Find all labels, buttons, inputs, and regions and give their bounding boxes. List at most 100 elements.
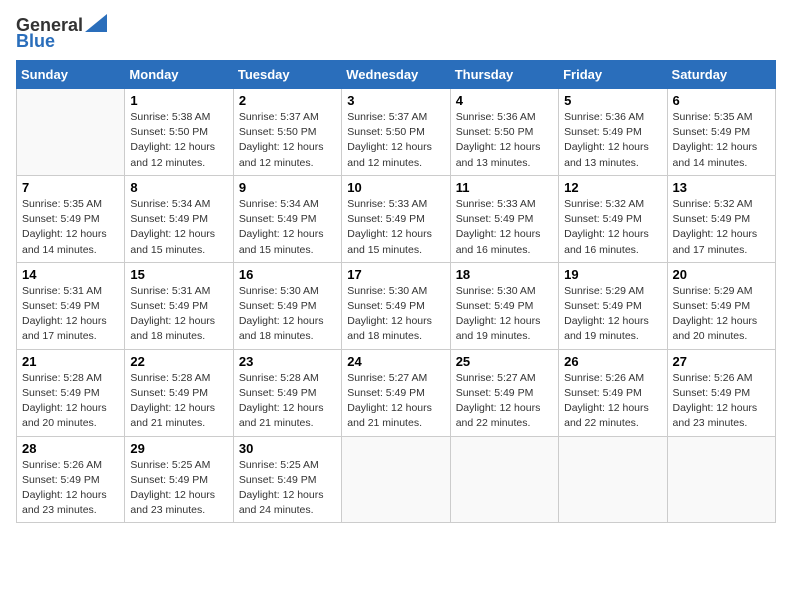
calendar-cell: 26Sunrise: 5:26 AM Sunset: 5:49 PM Dayli… bbox=[559, 349, 667, 436]
day-info: Sunrise: 5:26 AM Sunset: 5:49 PM Dayligh… bbox=[673, 371, 770, 432]
day-number: 11 bbox=[456, 180, 553, 195]
day-number: 22 bbox=[130, 354, 227, 369]
calendar-cell: 15 Sunrise: 5:31 AM Sunset: 5:49 PM Dayli… bbox=[125, 262, 233, 349]
logo: General Blue bbox=[16, 16, 107, 52]
calendar-header-row: SundayMondayTuesdayWednesdayThursdayFrid… bbox=[17, 61, 776, 89]
calendar-cell: 6 Sunrise: 5:35 AM Sunset: 5:49 PM Daylig… bbox=[667, 89, 775, 176]
day-number: 5 bbox=[564, 93, 661, 108]
day-info: Sunrise: 5:26 AM Sunset: 5:49 PM Dayligh… bbox=[22, 458, 119, 519]
calendar-cell: 30 Sunrise: 5:25 AM Sunset: 5:49 PM Dayli… bbox=[233, 436, 341, 523]
day-info: Sunrise: 5:28 AM Sunset: 5:49 PM Dayligh… bbox=[130, 371, 227, 432]
calendar-cell: 22 Sunrise: 5:28 AM Sunset: 5:49 PM Dayli… bbox=[125, 349, 233, 436]
calendar-cell: 13 Sunrise: 5:32 AM Sunset: 5:49 PM Dayli… bbox=[667, 175, 775, 262]
day-info: Sunrise: 5:29 AM Sunset: 5:49 PM Dayligh… bbox=[673, 284, 770, 345]
day-info: Sunrise: 5:25 AM Sunset: 5:49 PM Dayligh… bbox=[239, 458, 336, 519]
calendar-cell: 5 Sunrise: 5:36 AM Sunset: 5:49 PM Daylig… bbox=[559, 89, 667, 176]
page-header: General Blue bbox=[16, 16, 776, 52]
day-info: Sunrise: 5:37 AM Sunset: 5:50 PM Dayligh… bbox=[347, 110, 444, 171]
day-number: 8 bbox=[130, 180, 227, 195]
day-info: Sunrise: 5:32 AM Sunset: 5:49 PM Dayligh… bbox=[564, 197, 661, 258]
calendar-week-row: 21 Sunrise: 5:28 AM Sunset: 5:49 PM Dayli… bbox=[17, 349, 776, 436]
calendar-cell: 24 Sunrise: 5:27 AM Sunset: 5:49 PM Dayli… bbox=[342, 349, 450, 436]
calendar-cell: 25Sunrise: 5:27 AM Sunset: 5:49 PM Dayli… bbox=[450, 349, 558, 436]
calendar-week-row: 14 Sunrise: 5:31 AM Sunset: 5:49 PM Dayli… bbox=[17, 262, 776, 349]
calendar-cell bbox=[559, 436, 667, 523]
calendar-table: SundayMondayTuesdayWednesdayThursdayFrid… bbox=[16, 60, 776, 523]
day-info: Sunrise: 5:33 AM Sunset: 5:49 PM Dayligh… bbox=[456, 197, 553, 258]
logo-blue-text: Blue bbox=[16, 31, 55, 51]
day-header-tuesday: Tuesday bbox=[233, 61, 341, 89]
day-header-sunday: Sunday bbox=[17, 61, 125, 89]
day-info: Sunrise: 5:30 AM Sunset: 5:49 PM Dayligh… bbox=[456, 284, 553, 345]
day-header-monday: Monday bbox=[125, 61, 233, 89]
calendar-cell: 29 Sunrise: 5:25 AM Sunset: 5:49 PM Dayli… bbox=[125, 436, 233, 523]
calendar-cell: 19 Sunrise: 5:29 AM Sunset: 5:49 PM Dayli… bbox=[559, 262, 667, 349]
calendar-week-row: 7 Sunrise: 5:35 AM Sunset: 5:49 PM Daylig… bbox=[17, 175, 776, 262]
day-number: 21 bbox=[22, 354, 119, 369]
day-number: 4 bbox=[456, 93, 553, 108]
calendar-cell bbox=[667, 436, 775, 523]
day-info: Sunrise: 5:31 AM Sunset: 5:49 PM Dayligh… bbox=[130, 284, 227, 345]
calendar-week-row: 28 Sunrise: 5:26 AM Sunset: 5:49 PM Dayli… bbox=[17, 436, 776, 523]
day-info: Sunrise: 5:26 AM Sunset: 5:49 PM Dayligh… bbox=[564, 371, 661, 432]
calendar-cell: 14 Sunrise: 5:31 AM Sunset: 5:49 PM Dayli… bbox=[17, 262, 125, 349]
day-info: Sunrise: 5:27 AM Sunset: 5:49 PM Dayligh… bbox=[456, 371, 553, 432]
day-number: 7 bbox=[22, 180, 119, 195]
calendar-cell: 18 Sunrise: 5:30 AM Sunset: 5:49 PM Dayli… bbox=[450, 262, 558, 349]
day-number: 27 bbox=[673, 354, 770, 369]
day-number: 13 bbox=[673, 180, 770, 195]
calendar-cell: 20 Sunrise: 5:29 AM Sunset: 5:49 PM Dayli… bbox=[667, 262, 775, 349]
calendar-cell: 8 Sunrise: 5:34 AM Sunset: 5:49 PM Daylig… bbox=[125, 175, 233, 262]
day-number: 14 bbox=[22, 267, 119, 282]
day-header-saturday: Saturday bbox=[667, 61, 775, 89]
day-info: Sunrise: 5:33 AM Sunset: 5:49 PM Dayligh… bbox=[347, 197, 444, 258]
day-info: Sunrise: 5:36 AM Sunset: 5:49 PM Dayligh… bbox=[564, 110, 661, 171]
calendar-cell: 3 Sunrise: 5:37 AM Sunset: 5:50 PM Daylig… bbox=[342, 89, 450, 176]
day-info: Sunrise: 5:25 AM Sunset: 5:49 PM Dayligh… bbox=[130, 458, 227, 519]
calendar-cell: 16Sunrise: 5:30 AM Sunset: 5:49 PM Dayli… bbox=[233, 262, 341, 349]
day-number: 19 bbox=[564, 267, 661, 282]
day-info: Sunrise: 5:32 AM Sunset: 5:49 PM Dayligh… bbox=[673, 197, 770, 258]
day-info: Sunrise: 5:28 AM Sunset: 5:49 PM Dayligh… bbox=[22, 371, 119, 432]
day-number: 29 bbox=[130, 441, 227, 456]
day-info: Sunrise: 5:36 AM Sunset: 5:50 PM Dayligh… bbox=[456, 110, 553, 171]
calendar-week-row: 1 Sunrise: 5:38 AM Sunset: 5:50 PM Daylig… bbox=[17, 89, 776, 176]
day-info: Sunrise: 5:27 AM Sunset: 5:49 PM Dayligh… bbox=[347, 371, 444, 432]
calendar-cell: 21 Sunrise: 5:28 AM Sunset: 5:49 PM Dayli… bbox=[17, 349, 125, 436]
day-info: Sunrise: 5:31 AM Sunset: 5:49 PM Dayligh… bbox=[22, 284, 119, 345]
day-number: 16 bbox=[239, 267, 336, 282]
calendar-cell bbox=[342, 436, 450, 523]
calendar-cell: 7 Sunrise: 5:35 AM Sunset: 5:49 PM Daylig… bbox=[17, 175, 125, 262]
day-number: 9 bbox=[239, 180, 336, 195]
day-info: Sunrise: 5:34 AM Sunset: 5:49 PM Dayligh… bbox=[239, 197, 336, 258]
calendar-cell: 11 Sunrise: 5:33 AM Sunset: 5:49 PM Dayli… bbox=[450, 175, 558, 262]
calendar-cell: 10Sunrise: 5:33 AM Sunset: 5:49 PM Dayli… bbox=[342, 175, 450, 262]
calendar-cell: 12 Sunrise: 5:32 AM Sunset: 5:49 PM Dayli… bbox=[559, 175, 667, 262]
calendar-cell: 2Sunrise: 5:37 AM Sunset: 5:50 PM Daylig… bbox=[233, 89, 341, 176]
day-number: 23 bbox=[239, 354, 336, 369]
day-number: 20 bbox=[673, 267, 770, 282]
day-number: 28 bbox=[22, 441, 119, 456]
logo-icon bbox=[85, 14, 107, 32]
calendar-cell: 17Sunrise: 5:30 AM Sunset: 5:49 PM Dayli… bbox=[342, 262, 450, 349]
day-number: 24 bbox=[347, 354, 444, 369]
day-info: Sunrise: 5:35 AM Sunset: 5:49 PM Dayligh… bbox=[673, 110, 770, 171]
calendar-cell: 23Sunrise: 5:28 AM Sunset: 5:49 PM Dayli… bbox=[233, 349, 341, 436]
day-info: Sunrise: 5:29 AM Sunset: 5:49 PM Dayligh… bbox=[564, 284, 661, 345]
calendar-cell: 9 Sunrise: 5:34 AM Sunset: 5:49 PM Daylig… bbox=[233, 175, 341, 262]
calendar-cell: 28 Sunrise: 5:26 AM Sunset: 5:49 PM Dayli… bbox=[17, 436, 125, 523]
day-info: Sunrise: 5:38 AM Sunset: 5:50 PM Dayligh… bbox=[130, 110, 227, 171]
day-number: 15 bbox=[130, 267, 227, 282]
day-info: Sunrise: 5:37 AM Sunset: 5:50 PM Dayligh… bbox=[239, 110, 336, 171]
day-number: 1 bbox=[130, 93, 227, 108]
day-number: 18 bbox=[456, 267, 553, 282]
day-info: Sunrise: 5:35 AM Sunset: 5:49 PM Dayligh… bbox=[22, 197, 119, 258]
day-header-thursday: Thursday bbox=[450, 61, 558, 89]
day-info: Sunrise: 5:30 AM Sunset: 5:49 PM Dayligh… bbox=[347, 284, 444, 345]
day-info: Sunrise: 5:34 AM Sunset: 5:49 PM Dayligh… bbox=[130, 197, 227, 258]
calendar-cell: 1 Sunrise: 5:38 AM Sunset: 5:50 PM Daylig… bbox=[125, 89, 233, 176]
day-number: 12 bbox=[564, 180, 661, 195]
day-number: 30 bbox=[239, 441, 336, 456]
day-number: 3 bbox=[347, 93, 444, 108]
day-number: 6 bbox=[673, 93, 770, 108]
